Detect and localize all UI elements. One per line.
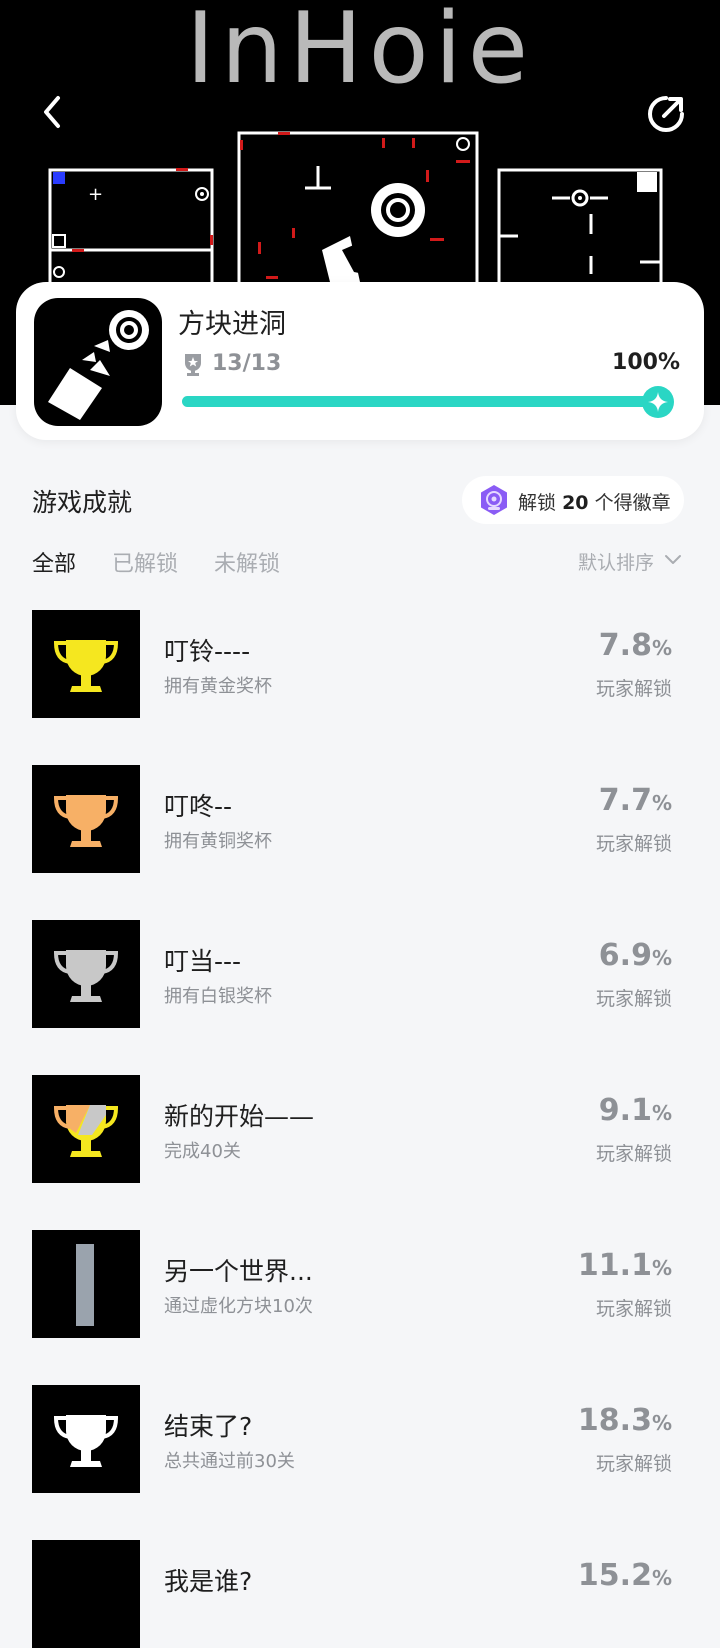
white-trophy-icon — [53, 1415, 119, 1467]
share-icon[interactable] — [642, 90, 690, 138]
mixed-trophy-icon — [53, 1105, 119, 1157]
badge-unlock-pill[interactable]: 解锁 20 个得徽章 — [462, 476, 684, 524]
achievement-percent: 7.7% — [599, 783, 672, 818]
achievement-title: 另一个世界... — [164, 1257, 313, 1286]
achievement-row[interactable]: 新的开始—— 完成40关 9.1% 玩家解锁 — [0, 1075, 720, 1183]
achievement-row[interactable]: 另一个世界... 通过虚化方块10次 11.1% 玩家解锁 — [0, 1230, 720, 1338]
achievement-title: 叮当--- — [164, 947, 242, 976]
sparkle-icon — [642, 386, 674, 418]
achievement-description: 完成40关 — [164, 1141, 241, 1162]
achievement-icon — [32, 765, 140, 873]
percent-unit: % — [651, 1101, 672, 1125]
chevron-down-icon[interactable] — [664, 554, 682, 566]
achievement-row[interactable]: 叮铃---- 拥有黄金奖杯 7.8% 玩家解锁 — [0, 610, 720, 718]
achievement-icon — [32, 1540, 140, 1648]
achievement-icon — [32, 1230, 140, 1338]
achievement-title: 叮咚-- — [164, 792, 233, 821]
achievement-row[interactable]: 叮咚-- 拥有黄铜奖杯 7.7% 玩家解锁 — [0, 765, 720, 873]
achievement-icon — [32, 610, 140, 718]
achievement-title: 叮铃---- — [164, 637, 251, 666]
percent-unit: % — [651, 1256, 672, 1280]
achievement-percent-value: 9.1 — [598, 1093, 652, 1128]
achievement-row[interactable]: 结束了? 总共通过前30关 18.3% 玩家解锁 — [0, 1385, 720, 1493]
achievement-percent-value: 11.1 — [577, 1248, 652, 1283]
achievement-description: 通过虚化方块10次 — [164, 1296, 313, 1317]
achievement-percent: 18.3% — [578, 1403, 672, 1438]
achievement-percent: 9.1% — [599, 1093, 672, 1128]
achievement-title: 结束了? — [164, 1412, 253, 1441]
badge-text-suffix: 个得徽章 — [594, 492, 671, 514]
achievement-percent-value: 7.7 — [598, 783, 652, 818]
achievement-row[interactable]: 我是谁? 15.2% — [0, 1540, 720, 1648]
badge-number: 20 — [562, 492, 589, 514]
achievement-subtitle: 玩家解锁 — [595, 1453, 672, 1475]
gray-bar-icon — [76, 1244, 94, 1326]
achievement-percent-value: 15.2 — [577, 1558, 652, 1593]
achievement-subtitle: 玩家解锁 — [595, 1298, 672, 1320]
trophy-icon — [185, 354, 201, 376]
achievement-percent: 7.8% — [599, 628, 672, 663]
percent-unit: % — [651, 1566, 672, 1590]
achievement-percent: 11.1% — [578, 1248, 672, 1283]
achievement-icon — [32, 1385, 140, 1493]
game-icon[interactable] — [34, 298, 162, 426]
percent-unit: % — [651, 1411, 672, 1435]
achievement-description: 总共通过前30关 — [164, 1451, 295, 1472]
svg-text:+: + — [88, 184, 103, 205]
badge-icon — [481, 485, 507, 515]
section-title: 游戏成就 — [32, 488, 133, 517]
achievement-percent-value: 18.3 — [577, 1403, 652, 1438]
achievement-subtitle: 玩家解锁 — [595, 988, 672, 1010]
achievement-title: 我是谁? — [164, 1567, 253, 1596]
achievement-percent: 15.2% — [578, 1558, 672, 1593]
tab-locked[interactable]: 未解锁 — [214, 546, 280, 578]
achievement-subtitle: 玩家解锁 — [595, 1143, 672, 1165]
achievement-description: 拥有黄金奖杯 — [164, 676, 272, 697]
achievement-subtitle: 玩家解锁 — [595, 833, 672, 855]
percent-unit: % — [651, 636, 672, 660]
achievement-subtitle: 玩家解锁 — [595, 678, 672, 700]
percent-unit: % — [651, 791, 672, 815]
achievement-description: 拥有白银奖杯 — [164, 986, 272, 1007]
achievement-icon — [32, 1075, 140, 1183]
achievement-title: 新的开始—— — [164, 1102, 315, 1131]
game-title: 方块进洞 — [178, 309, 286, 340]
achievement-percent-value: 7.8 — [598, 628, 652, 663]
completion-percent: 100% — [612, 350, 680, 375]
percent-unit: % — [651, 946, 672, 970]
game-summary-card: 方块进洞 13/13 100% — [16, 282, 704, 440]
sort-dropdown[interactable]: 默认排序 — [578, 548, 654, 575]
tab-unlocked[interactable]: 已解锁 — [112, 546, 178, 578]
back-arrow-icon[interactable] — [32, 90, 76, 134]
progress-bar-fill — [182, 396, 668, 407]
progress-bar — [182, 396, 668, 407]
achievement-count: 13/13 — [212, 351, 282, 376]
badge-text-prefix: 解锁 — [518, 492, 557, 514]
achievement-row[interactable]: 叮当--- 拥有白银奖杯 6.9% 玩家解锁 — [0, 920, 720, 1028]
gold-trophy-icon — [53, 640, 119, 692]
bronze-trophy-icon — [53, 795, 119, 847]
tab-all[interactable]: 全部 — [32, 546, 76, 578]
achievement-description: 拥有黄铜奖杯 — [164, 831, 272, 852]
achievement-percent-value: 6.9 — [598, 938, 652, 973]
achievement-icon — [32, 920, 140, 1028]
achievement-percent: 6.9% — [599, 938, 672, 973]
silver-trophy-icon — [53, 950, 119, 1002]
